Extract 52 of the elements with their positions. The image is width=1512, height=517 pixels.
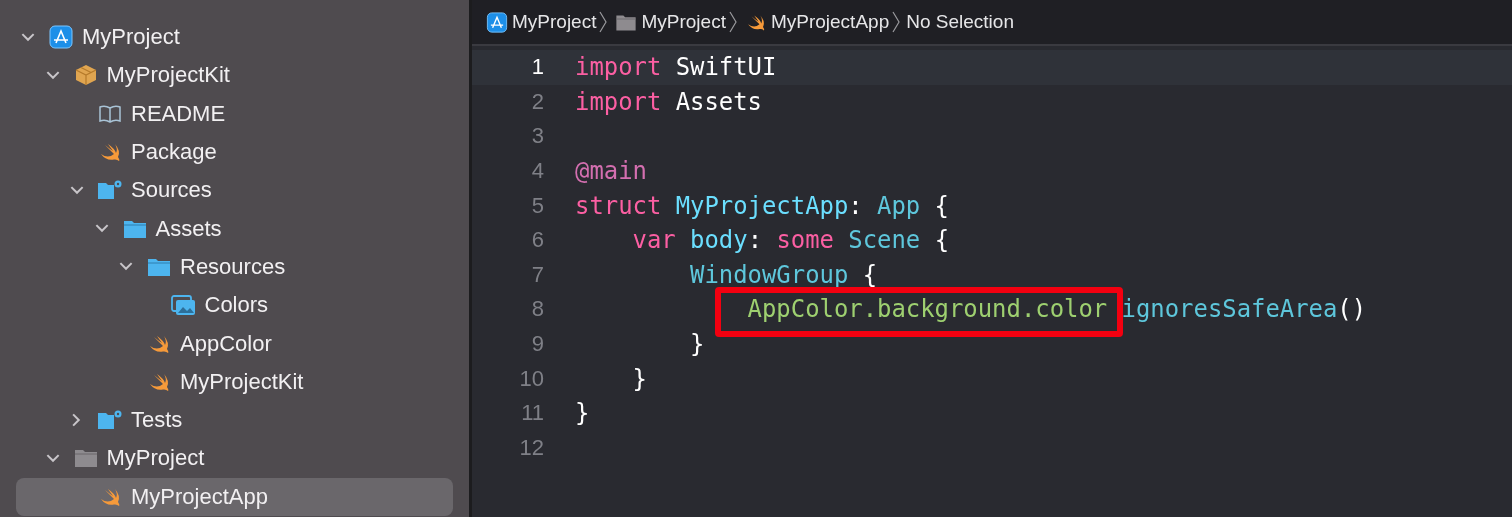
line-number: 1 xyxy=(530,54,544,81)
chevron-down-icon[interactable] xyxy=(70,185,84,195)
line-number: 10 xyxy=(518,365,544,392)
navigator-item[interactable]: Tests xyxy=(16,400,453,440)
line-number: 2 xyxy=(530,88,544,115)
line-number: 11 xyxy=(520,400,544,427)
code-line: @main xyxy=(575,157,647,186)
chevron-down-icon[interactable] xyxy=(119,262,133,272)
navigator-item[interactable]: MyProjectApp xyxy=(16,477,453,516)
code-line: } xyxy=(575,399,590,428)
line-number: 4 xyxy=(530,158,544,185)
navigator-item[interactable]: README xyxy=(16,94,453,133)
code-line: var body: some Scene { xyxy=(631,226,950,255)
chevron-right-icon[interactable] xyxy=(72,413,81,428)
breadcrumb-item[interactable]: MyProject xyxy=(512,11,597,33)
navigator-item[interactable]: Sources xyxy=(16,171,453,210)
navigator-item[interactable]: MyProject xyxy=(16,439,453,478)
code-line: import Assets xyxy=(575,87,762,116)
line-number: 7 xyxy=(530,261,544,288)
navigator-item[interactable]: AppColor xyxy=(16,324,453,363)
images-icon xyxy=(170,293,197,318)
line-number: 9 xyxy=(530,331,544,358)
code-line: WindowGroup { xyxy=(689,260,878,289)
code-line: import SwiftUI xyxy=(575,53,777,82)
navigator-item[interactable]: MyProjectKit xyxy=(16,362,453,401)
line-number: 5 xyxy=(530,192,544,219)
code-line: AppColor.background.color ignoresSafeArea() xyxy=(746,295,1367,324)
navigator-item[interactable]: MyProject xyxy=(16,18,453,57)
navigator-item[interactable]: Assets xyxy=(16,209,453,248)
line-number: 6 xyxy=(530,227,544,254)
line-number: 12 xyxy=(518,434,544,461)
code-line: } xyxy=(631,364,647,393)
separator-icon xyxy=(728,10,737,34)
code-line: struct MyProjectApp: App { xyxy=(575,191,949,220)
separator-icon xyxy=(599,10,608,34)
code-line: } xyxy=(689,330,705,359)
navigator-item[interactable]: Resources xyxy=(16,247,453,287)
app-project-icon xyxy=(486,11,508,33)
line-number: 8 xyxy=(530,296,544,323)
chevron-down-icon[interactable] xyxy=(21,32,35,42)
breadcrumb-item[interactable]: MyProjectApp xyxy=(770,11,890,33)
navigator-item[interactable]: MyProjectKit xyxy=(16,56,453,95)
breadcrumb-item[interactable]: MyProject xyxy=(641,11,726,33)
chevron-down-icon[interactable] xyxy=(45,70,60,80)
app-project-icon xyxy=(48,25,74,50)
breadcrumb-item[interactable]: No Selection xyxy=(906,11,1014,33)
line-number: 3 xyxy=(530,123,544,150)
separator-icon xyxy=(892,10,901,34)
chevron-down-icon[interactable] xyxy=(45,453,60,463)
chevron-down-icon[interactable] xyxy=(94,224,109,234)
navigator-item[interactable]: Colors xyxy=(16,286,453,325)
navigator-item[interactable]: Package xyxy=(16,132,453,172)
